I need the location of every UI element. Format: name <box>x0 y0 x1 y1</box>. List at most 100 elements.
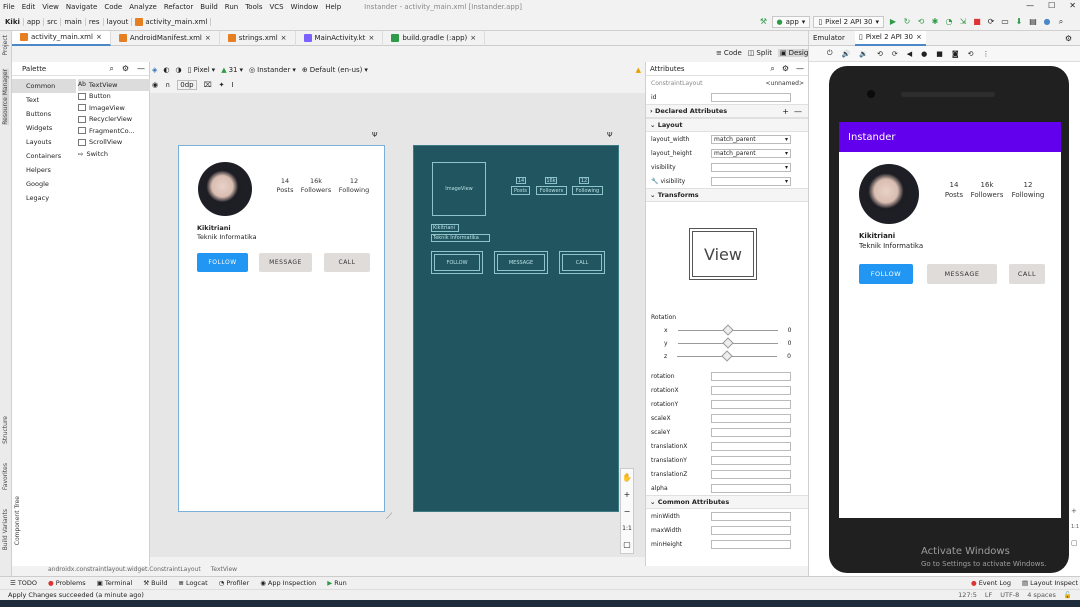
message-button[interactable]: MESSAGE <box>259 253 312 272</box>
layers-icon[interactable]: ◈ <box>152 66 157 74</box>
palette-item-button[interactable]: Button <box>78 91 150 103</box>
apply-changes-icon[interactable]: ↻ <box>902 17 912 27</box>
call-button[interactable]: CALL <box>324 253 370 272</box>
rotation-y-slider[interactable]: y0 <box>646 337 808 350</box>
breadcrumb-res[interactable]: res <box>86 17 104 26</box>
pin-icon[interactable]: Ψ <box>372 131 378 139</box>
blueprint-followers-count[interactable]: 16k <box>545 177 557 184</box>
palette-category-legacy[interactable]: Legacy <box>12 191 76 205</box>
breadcrumb-app[interactable]: app <box>24 17 45 26</box>
layout-width-select[interactable]: match_parent <box>711 134 791 144</box>
attach-debugger-icon[interactable]: ⇲ <box>958 17 968 27</box>
menu-view[interactable]: View <box>42 3 59 11</box>
structure-tool-tab[interactable]: Structure <box>2 416 9 444</box>
minimize-icon[interactable]: — <box>137 64 145 73</box>
menu-tools[interactable]: Tools <box>245 3 262 11</box>
palette-category-helpers[interactable]: Helpers <box>12 163 76 177</box>
hammer-icon[interactable]: ⚒ <box>759 17 769 27</box>
terminal-tab[interactable]: ▣ Terminal <box>97 579 133 587</box>
attr-input[interactable] <box>711 539 791 549</box>
attr-id-input[interactable] <box>711 92 791 102</box>
slider-thumb[interactable] <box>721 350 733 362</box>
close-icon[interactable]: × <box>470 34 476 42</box>
device-select[interactable]: ▯ Pixel 2 API 30 ▾ <box>813 15 884 28</box>
close-icon[interactable]: × <box>205 34 211 42</box>
snapshot-icon[interactable]: ⟲ <box>968 50 974 58</box>
maximize-icon[interactable]: ☐ <box>1048 1 1055 10</box>
lock-icon[interactable]: 🔓 <box>1064 591 1072 599</box>
attr-input[interactable] <box>711 399 791 409</box>
sync-icon[interactable]: ⟳ <box>986 17 996 27</box>
attr-input[interactable] <box>711 385 791 395</box>
menu-help[interactable]: Help <box>325 3 341 11</box>
project-tool-tab[interactable]: Project <box>2 35 9 56</box>
palette-item-imageview[interactable]: ImageView <box>78 102 150 114</box>
run-icon[interactable]: ▶ <box>888 17 898 27</box>
attr-input[interactable] <box>711 441 791 451</box>
zoom-in-button[interactable]: + <box>624 490 631 499</box>
tools-visibility-select[interactable] <box>711 176 791 186</box>
palette-item-scrollview[interactable]: ScrollView <box>78 137 150 149</box>
blueprint-preview[interactable]: ImageView 14 Posts 16k Followers 12 Foll… <box>413 145 619 512</box>
device-select[interactable]: ▯ Pixel ▾ <box>188 66 216 74</box>
gear-icon[interactable]: ⚙ <box>1065 34 1072 43</box>
close-icon[interactable]: × <box>368 34 374 42</box>
build-tab[interactable]: ⚒ Build <box>143 579 167 587</box>
breadcrumb-layout[interactable]: layout <box>104 17 133 26</box>
phone-screen[interactable]: Instander 14 Posts 16k Followers 12 Followi… <box>839 122 1061 518</box>
profile-icon[interactable]: ◔ <box>944 17 954 27</box>
guidelines-icon[interactable]: Ι <box>232 81 234 89</box>
slider-thumb[interactable] <box>721 337 734 349</box>
layout-section[interactable]: ⌄ Layout <box>646 118 808 132</box>
follow-button[interactable]: FOLLOW <box>197 253 248 272</box>
palette-category-layouts[interactable]: Layouts <box>12 135 76 149</box>
menu-vcs[interactable]: VCS <box>269 3 283 11</box>
tab-activity-main[interactable]: activity_main.xml × <box>12 30 111 46</box>
clear-constraints-icon[interactable]: ⌧ <box>204 81 212 89</box>
transforms-section[interactable]: ⌄ Transforms <box>646 188 808 202</box>
hand-icon[interactable]: ✋ <box>622 473 632 482</box>
close-icon[interactable]: × <box>916 33 922 41</box>
blueprint-followers-label[interactable]: Followers <box>536 186 567 195</box>
message-button[interactable]: MESSAGE <box>927 264 997 284</box>
blueprint-following-label[interactable]: Following <box>572 186 603 195</box>
breadcrumb-main[interactable]: main <box>61 17 86 26</box>
infer-constraints-icon[interactable]: ✦ <box>219 81 225 89</box>
build-variants-tool-tab[interactable]: Build Variants <box>2 509 9 550</box>
blueprint-following-count[interactable]: 12 <box>579 177 589 184</box>
file-encoding[interactable]: UTF-8 <box>1000 591 1019 599</box>
eye-icon[interactable]: ◉ <box>152 81 158 89</box>
menu-refactor[interactable]: Refactor <box>164 3 193 11</box>
rotate-left-icon[interactable]: ⟲ <box>877 50 883 58</box>
run-tab[interactable]: ▶ Run <box>327 579 346 587</box>
call-button[interactable]: CALL <box>1009 264 1045 284</box>
add-attribute-icon[interactable]: + — <box>782 107 802 116</box>
debug-icon[interactable]: ✱ <box>930 17 940 27</box>
resize-handle-icon[interactable]: ⟋ <box>386 512 392 522</box>
favorites-tool-tab[interactable]: Favorites <box>2 463 9 490</box>
palette-category-common[interactable]: Common <box>12 79 76 93</box>
menu-analyze[interactable]: Analyze <box>129 3 157 11</box>
minimize-icon[interactable]: — <box>1026 1 1034 10</box>
attr-input[interactable] <box>711 511 791 521</box>
component-tree-tool-tab[interactable]: Component Tree <box>14 496 21 545</box>
blueprint-bio[interactable]: Teknik Informatika <box>431 234 490 242</box>
volume-down-icon[interactable]: 🔉 <box>859 50 868 58</box>
tab-main-activity[interactable]: MainActivity.kt × <box>296 30 384 46</box>
stop-icon[interactable]: ■ <box>972 17 982 27</box>
menu-code[interactable]: Code <box>104 3 122 11</box>
back-icon[interactable]: ◀ <box>907 50 912 58</box>
blueprint-name[interactable]: Kikitriani <box>431 224 459 232</box>
layout-inspector-icon[interactable]: ▤ <box>1028 17 1038 27</box>
search-icon[interactable]: ⌕ <box>109 64 113 74</box>
tab-build-gradle[interactable]: build.gradle (:app) × <box>383 30 486 46</box>
home-icon[interactable]: ● <box>921 50 927 58</box>
attr-input[interactable] <box>711 469 791 479</box>
rotate-right-icon[interactable]: ⟳ <box>892 50 898 58</box>
overview-icon[interactable]: ■ <box>936 50 943 58</box>
zoom-in-icon[interactable]: + <box>1071 503 1079 519</box>
blueprint-message-button[interactable]: MESSAGE <box>494 251 548 274</box>
palette-item-recyclerview[interactable]: RecyclerView <box>78 114 150 126</box>
gear-icon[interactable]: ⚙ <box>782 64 789 73</box>
sdk-manager-icon[interactable]: ⬇ <box>1014 17 1024 27</box>
